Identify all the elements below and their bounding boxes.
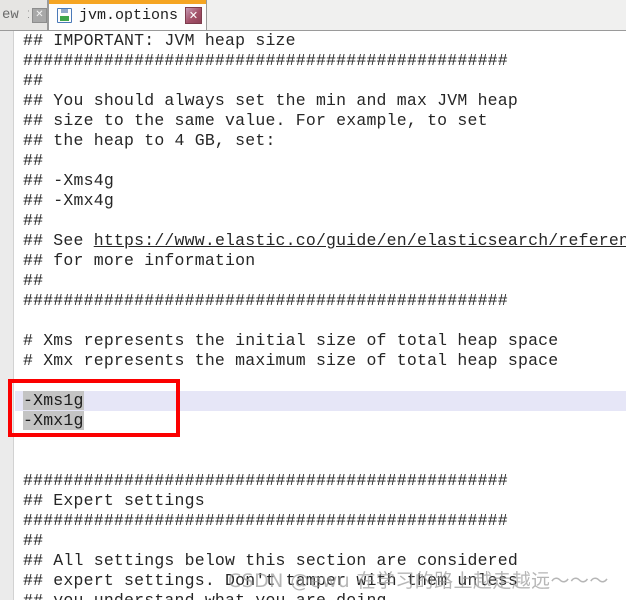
code-line-text: ## you understand what you are doing	[23, 591, 387, 600]
code-text-area[interactable]: ## IMPORTANT: JVM heap size #############…	[15, 31, 626, 600]
code-line-text: # Xms represents the initial size of tot…	[23, 331, 559, 350]
tab-new-1[interactable]: ew 1 ✕	[0, 0, 48, 30]
selected-text: -Xms1g	[23, 391, 84, 410]
code-line[interactable]: ## size to the same value. For example, …	[15, 111, 626, 131]
code-line[interactable]: ##	[15, 271, 626, 291]
code-line[interactable]: ##	[15, 531, 626, 551]
code-line-text: ## -Xmx4g	[23, 191, 114, 210]
code-line[interactable]: ## -Xms4g	[15, 171, 626, 191]
tab-bar: ew 1 ✕ jvm.options ✕	[0, 0, 626, 31]
code-line[interactable]: ##	[15, 151, 626, 171]
code-line[interactable]: ## Expert settings	[15, 491, 626, 511]
code-line-text: ## -Xms4g	[23, 171, 114, 190]
code-line[interactable]: # Xmx represents the maximum size of tot…	[15, 351, 626, 371]
code-line[interactable]: ## -Xmx4g	[15, 191, 626, 211]
code-line-text: ## See	[23, 231, 94, 250]
code-line[interactable]: ########################################…	[15, 51, 626, 71]
code-line[interactable]: ## You should always set the min and max…	[15, 91, 626, 111]
code-line-text: ##	[23, 71, 44, 90]
code-line[interactable]	[15, 371, 626, 391]
code-line-text: ## for more information	[23, 251, 256, 270]
editor-window: ew 1 ✕ jvm.options ✕ ## IMPORTANT: JVM h…	[0, 0, 626, 600]
code-line[interactable]: -Xmx1g	[15, 411, 626, 431]
code-line-text: ########################################…	[23, 51, 508, 70]
editor-gutter	[0, 31, 14, 600]
code-line-text: ## All settings below this section are c…	[23, 551, 518, 570]
code-line[interactable]	[15, 311, 626, 331]
code-line-text: ##	[23, 151, 44, 170]
code-line-text: ## size to the same value. For example, …	[23, 111, 488, 130]
close-icon[interactable]: ✕	[185, 6, 203, 24]
code-line[interactable]: ## IMPORTANT: JVM heap size	[15, 31, 626, 51]
code-line-text: # Xmx represents the maximum size of tot…	[23, 351, 559, 370]
code-line[interactable]: ## See https://www.elastic.co/guide/en/e…	[15, 231, 626, 251]
code-line-text: ##	[23, 271, 44, 290]
code-line[interactable]: ## for more information	[15, 251, 626, 271]
code-line[interactable]: ##	[15, 71, 626, 91]
code-editor[interactable]: ## IMPORTANT: JVM heap size #############…	[0, 31, 626, 600]
code-line[interactable]: ##	[15, 211, 626, 231]
code-line[interactable]: ########################################…	[15, 471, 626, 491]
code-line[interactable]: ## All settings below this section are c…	[15, 551, 626, 571]
code-line-text: ## Expert settings	[23, 491, 205, 510]
code-line[interactable]: ########################################…	[15, 511, 626, 531]
code-line-text: ########################################…	[23, 291, 508, 310]
selected-text: -Xmx1g	[23, 411, 84, 430]
tab-jvm-options-label: jvm.options	[79, 6, 179, 24]
code-line-text: ##	[23, 211, 44, 230]
code-line[interactable]	[15, 431, 626, 451]
code-line-text: ########################################…	[23, 471, 508, 490]
code-line-text: ########################################…	[23, 511, 508, 530]
code-line[interactable]: -Xms1g	[15, 391, 626, 411]
code-line-text: ## You should always set the min and max…	[23, 91, 518, 110]
close-icon[interactable]: ✕	[32, 7, 47, 23]
code-line-text: ## IMPORTANT: JVM heap size	[23, 31, 296, 50]
code-line[interactable]: ########################################…	[15, 291, 626, 311]
code-line[interactable]: ## expert settings. Don't tamper with th…	[15, 571, 626, 591]
code-line[interactable]: ## the heap to 4 GB, set:	[15, 131, 626, 151]
code-line[interactable]: # Xms represents the initial size of tot…	[15, 331, 626, 351]
code-line-text: ## expert settings. Don't tamper with th…	[23, 571, 518, 590]
code-line-text: ## the heap to 4 GB, set:	[23, 131, 276, 150]
tab-new-1-label: ew 1	[2, 7, 29, 23]
code-line-text: ##	[23, 531, 44, 550]
tab-jvm-options[interactable]: jvm.options ✕	[48, 0, 208, 30]
code-line[interactable]: ## you understand what you are doing	[15, 591, 626, 600]
documentation-link[interactable]: https://www.elastic.co/guide/en/elastics…	[94, 231, 626, 250]
floppy-disk-icon	[57, 7, 72, 23]
code-line[interactable]	[15, 451, 626, 471]
